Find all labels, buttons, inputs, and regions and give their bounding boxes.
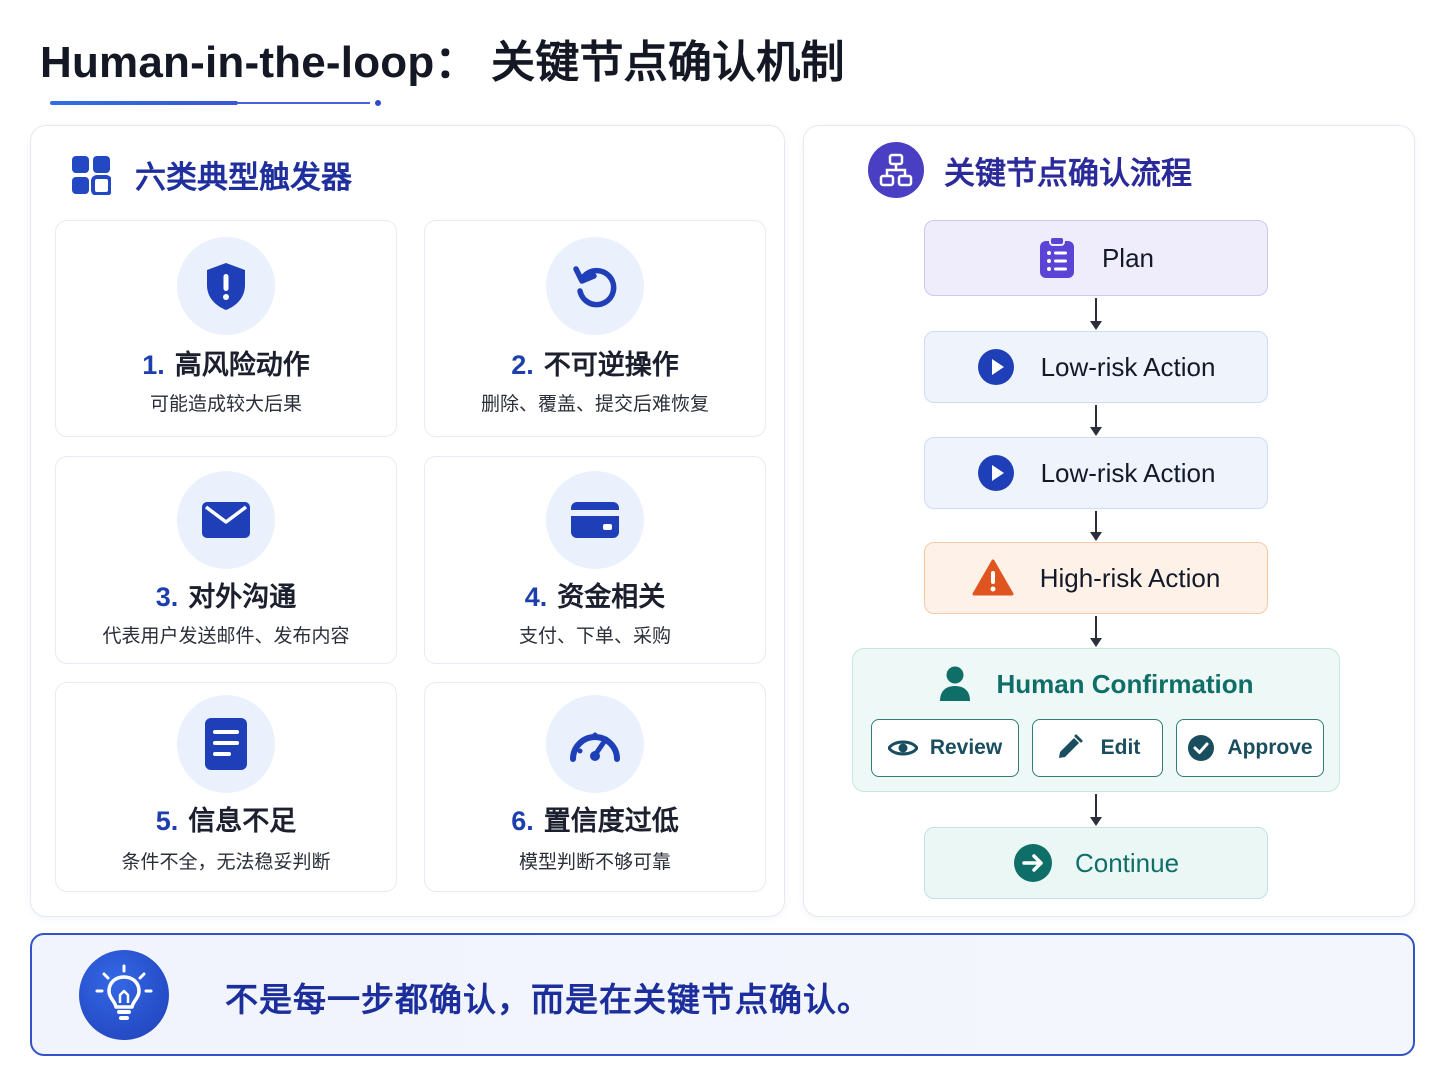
hierarchy-icon <box>868 142 924 198</box>
trigger-title: 4. 资金相关 <box>524 582 666 612</box>
flow-heading: 关键节点确认流程 <box>944 155 1192 191</box>
eye-icon <box>887 738 918 758</box>
flow-header: 关键节点确认流程 <box>868 142 1192 198</box>
trigger-card-high-risk: 1. 高风险动作 可能造成较大后果 <box>55 220 397 437</box>
key-takeaway-banner: 不是每一步都确认，而是在关键节点确认。 <box>30 933 1415 1056</box>
flow-step-label: Low-risk Action <box>1040 351 1216 382</box>
flow-arrow <box>1090 298 1102 330</box>
flow-arrow <box>1090 511 1102 541</box>
arrow-right-circle-icon <box>1013 843 1053 883</box>
undo-icon <box>546 237 644 335</box>
flow-arrow <box>1090 405 1102 436</box>
mail-icon <box>177 471 275 569</box>
lightbulb-icon <box>79 950 169 1040</box>
trigger-desc: 支付、下单、采购 <box>518 626 671 647</box>
review-label: Review <box>929 736 1003 759</box>
trigger-card-insufficient-info: 5. 信息不足 条件不全，无法稳妥判断 <box>55 682 397 892</box>
title-underline <box>50 98 381 108</box>
flow-step-label: Low-risk Action <box>1040 457 1216 488</box>
edit-button[interactable]: Edit <box>1032 719 1163 777</box>
trigger-desc: 可能造成较大后果 <box>149 394 302 415</box>
pencil-icon <box>1055 734 1083 762</box>
trigger-desc: 代表用户发送邮件、发布内容 <box>102 626 350 647</box>
page-title: Human-in-the-loop： 关键节点确认机制 <box>40 38 845 87</box>
trigger-desc: 删除、覆盖、提交后难恢复 <box>480 394 709 415</box>
trigger-desc: 模型判断不够可靠 <box>518 852 671 873</box>
trigger-title: 1. 高风险动作 <box>142 350 310 380</box>
trigger-title: 3. 对外沟通 <box>155 582 297 612</box>
flow-step-low-risk-1: Low-risk Action <box>924 331 1268 403</box>
flow-step-label: Continue <box>1074 847 1180 878</box>
review-button[interactable]: Review <box>871 719 1019 777</box>
flow-step-plan: Plan <box>924 220 1268 296</box>
triggers-heading: 六类典型触发器 <box>135 160 352 195</box>
trigger-desc: 条件不全，无法稳妥判断 <box>121 852 331 873</box>
flow-step-label: Plan <box>1101 242 1155 273</box>
trigger-title: 2. 不可逆操作 <box>511 350 679 380</box>
trigger-title: 5. 信息不足 <box>155 806 297 836</box>
flow-step-label: High-risk Action <box>1039 562 1221 593</box>
human-confirmation-header: Human Confirmation <box>853 665 1339 703</box>
trigger-card-funds: 4. 资金相关 支付、下单、采购 <box>424 456 766 664</box>
trigger-card-external-comm: 3. 对外沟通 代表用户发送邮件、发布内容 <box>55 456 397 664</box>
trigger-title: 6. 置信度过低 <box>511 806 679 836</box>
approve-button[interactable]: Approve <box>1176 719 1324 777</box>
trigger-card-irreversible: 2. 不可逆操作 删除、覆盖、提交后难恢复 <box>424 220 766 437</box>
flow-step-high-risk: High-risk Action <box>924 542 1268 614</box>
takeaway-message: 不是每一步都确认，而是在关键节点确认。 <box>225 981 871 1018</box>
gauge-icon <box>546 695 644 793</box>
edit-label: Edit <box>1100 736 1141 759</box>
triggers-panel: 六类典型触发器 1. 高风险动作 可能造成较大后果 2. 不可逆操作 删除、覆盖、提… <box>30 125 785 917</box>
flow-arrow <box>1090 616 1102 647</box>
credit-card-icon <box>546 471 644 569</box>
triggers-header: 六类典型触发器 <box>71 152 352 197</box>
document-icon <box>177 695 275 793</box>
shield-alert-icon <box>177 237 275 335</box>
clipboard-list-icon <box>1038 236 1076 280</box>
flow-step-continue: Continue <box>924 827 1268 899</box>
approve-label: Approve <box>1227 736 1313 759</box>
warning-icon <box>972 559 1014 597</box>
flow-arrow <box>1090 794 1102 826</box>
grid-icon <box>71 155 112 196</box>
check-circle-icon <box>1187 734 1215 762</box>
human-confirmation-box: Human Confirmation Review Edit Approve <box>852 648 1340 792</box>
play-circle-icon <box>977 348 1015 386</box>
person-icon <box>938 665 972 703</box>
flow-step-low-risk-2: Low-risk Action <box>924 437 1268 509</box>
flow-panel: 关键节点确认流程 Plan Low-risk Action Low-risk A… <box>803 125 1415 917</box>
trigger-card-low-confidence: 6. 置信度过低 模型判断不够可靠 <box>424 682 766 892</box>
play-circle-icon <box>977 454 1015 492</box>
human-confirmation-title: Human Confirmation <box>996 668 1254 699</box>
